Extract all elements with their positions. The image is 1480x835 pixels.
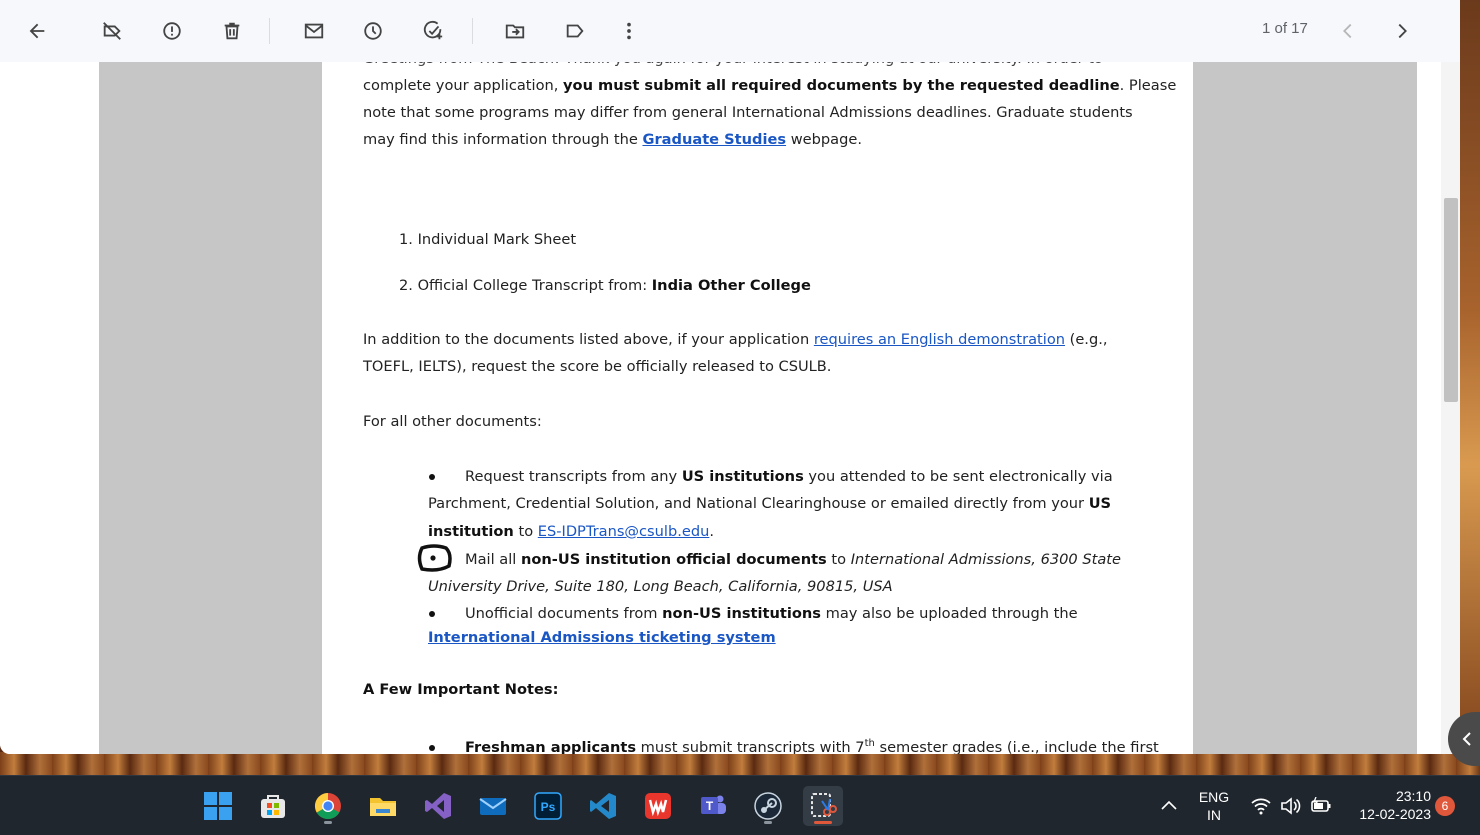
older-chevron-icon[interactable] <box>1386 15 1418 47</box>
bullet-line: International Admissions ticketing syste… <box>428 624 776 651</box>
desktop-wallpaper-strip <box>0 752 1480 776</box>
running-indicator <box>764 821 772 824</box>
clock[interactable]: 23:10 12-02-2023 <box>1345 787 1431 823</box>
document-page: Greetings from The Beach! Thank you agai… <box>322 62 1193 754</box>
windows-taskbar: Ps T ENG IN 23:10 12-02-2023 6 <box>0 775 1480 835</box>
vscode-icon[interactable] <box>583 786 623 826</box>
bullet-line: Parchment, Credential Solution, and Nati… <box>428 495 1112 512</box>
mail-toolbar: 1 of 17 <box>0 0 1460 62</box>
active-indicator <box>814 821 832 824</box>
bullet-line: institution to ES-IDPTrans@csulb.edu. <box>428 523 714 540</box>
label-off-icon[interactable] <box>96 15 128 47</box>
move-to-icon[interactable] <box>499 15 531 47</box>
mail-window: 1 of 17 Greetings from The Beach! Thank … <box>0 0 1460 754</box>
svg-text:Ps: Ps <box>541 800 556 814</box>
graduate-studies-link[interactable]: Graduate Studies <box>642 131 786 148</box>
add-task-icon[interactable] <box>417 15 449 47</box>
chevron-left-icon <box>1462 732 1471 746</box>
mark-unread-icon[interactable] <box>298 15 330 47</box>
mail-icon[interactable] <box>473 786 513 826</box>
snipping-tool-icon[interactable] <box>803 786 843 826</box>
bullet-line: Freshman applicants must submit transcri… <box>465 738 1159 754</box>
paragraph-line: In addition to the documents listed abov… <box>363 331 1108 348</box>
notes-heading: A Few Important Notes: <box>363 681 559 698</box>
svg-text:T: T <box>706 799 714 813</box>
attachment-viewer[interactable]: Greetings from The Beach! Thank you agai… <box>0 62 1460 754</box>
paragraph-line: For all other documents: <box>363 413 542 430</box>
visual-studio-icon[interactable] <box>418 786 458 826</box>
more-options-icon[interactable] <box>613 15 645 47</box>
windows-start-icon[interactable] <box>198 786 238 826</box>
delete-icon[interactable] <box>216 15 248 47</box>
wps-office-icon[interactable] <box>638 786 678 826</box>
wifi-icon[interactable] <box>1250 797 1272 815</box>
bullet-line: University Drive, Suite 180, Long Beach,… <box>428 578 893 595</box>
toolbar-divider <box>472 18 473 44</box>
file-explorer-icon[interactable] <box>363 786 403 826</box>
list-item: 2. Official College Transcript from: Ind… <box>399 277 811 294</box>
bullet-line: Mail all non-US institution official doc… <box>465 551 1121 568</box>
label-icon[interactable] <box>559 15 591 47</box>
paragraph-line: note that some programs may differ from … <box>363 104 1133 121</box>
english-demonstration-link[interactable]: requires an English demonstration <box>814 331 1065 348</box>
bullet-marker <box>429 474 435 480</box>
microsoft-store-icon[interactable] <box>253 786 293 826</box>
volume-icon[interactable] <box>1280 797 1302 815</box>
language-indicator[interactable]: ENG IN <box>1192 788 1236 824</box>
cursor-annotation-icon <box>417 544 452 572</box>
email-link[interactable]: ES-IDPTrans@csulb.edu <box>538 523 710 540</box>
steam-icon[interactable] <box>748 786 788 826</box>
bullet-marker <box>429 611 435 617</box>
bullet-line: Request transcripts from any US institut… <box>465 468 1113 485</box>
list-item: 1. Individual Mark Sheet <box>399 231 577 248</box>
newer-chevron-icon[interactable] <box>1332 15 1364 47</box>
bullet-line: Unofficial documents from non-US institu… <box>465 605 1078 622</box>
snooze-icon[interactable] <box>357 15 389 47</box>
pager-count: 1 of 17 <box>1262 20 1308 37</box>
notification-badge[interactable]: 6 <box>1435 796 1455 816</box>
photoshop-icon[interactable]: Ps <box>528 786 568 826</box>
bullet-marker <box>429 745 435 751</box>
running-indicator <box>324 821 332 824</box>
scrollbar-track[interactable] <box>1441 62 1460 754</box>
battery-icon[interactable] <box>1310 797 1332 815</box>
cut-off-line: Greetings from The Beach! Thank you agai… <box>363 62 1103 72</box>
ticketing-system-link[interactable]: International Admissions ticketing syste… <box>428 629 776 646</box>
report-spam-icon[interactable] <box>156 15 188 47</box>
paragraph-line: TOEFL, IELTS), request the score be offi… <box>363 358 832 375</box>
toolbar-divider <box>269 18 270 44</box>
chevron-up-icon[interactable] <box>1160 798 1178 812</box>
teams-icon[interactable]: T <box>693 786 733 826</box>
paragraph-line: may find this information through the Gr… <box>363 131 862 148</box>
scrollbar-thumb[interactable] <box>1444 198 1458 402</box>
paragraph-line: complete your application, you must subm… <box>363 77 1177 94</box>
back-arrow-icon[interactable] <box>21 15 53 47</box>
chrome-icon[interactable] <box>308 786 348 826</box>
